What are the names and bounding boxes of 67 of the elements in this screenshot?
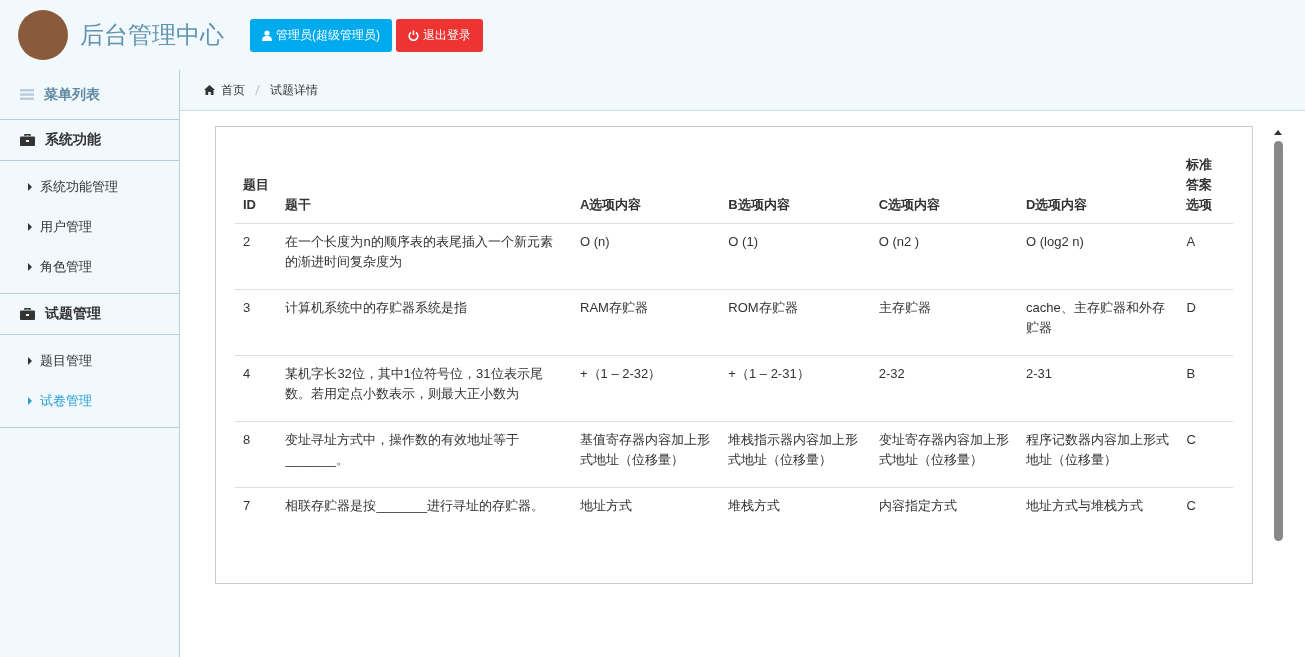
table-cell: 变址寻址方式中，操作数的有效地址等于_______。: [277, 421, 573, 488]
table-cell: 2-32: [870, 355, 1019, 422]
briefcase-icon: [20, 134, 35, 146]
table-cell: cache、主存贮器和外存贮器: [1018, 289, 1179, 356]
menu-group[interactable]: 系统功能: [45, 131, 101, 149]
table-cell: 主存贮器: [870, 289, 1019, 356]
table-cell: D: [1178, 289, 1233, 356]
caret-icon: [28, 357, 32, 365]
caret-icon: [28, 263, 32, 271]
table-cell: C: [1178, 421, 1233, 488]
column-header: 题目ID: [235, 147, 278, 224]
table-cell: 地址方式与堆栈方式: [1018, 487, 1179, 533]
scroll-up-icon: [1274, 130, 1282, 135]
table-cell: 4: [235, 355, 278, 422]
table-cell: B: [1178, 355, 1233, 422]
column-header: 题干: [277, 147, 573, 224]
table-cell: O (log2 n): [1018, 223, 1179, 290]
menu-item[interactable]: 角色管理: [28, 247, 179, 287]
user-icon: [262, 29, 272, 41]
table-cell: RAM存贮器: [572, 289, 721, 356]
power-icon: [408, 29, 419, 41]
table-cell: A: [1178, 223, 1233, 290]
home-icon: [204, 85, 215, 95]
table-cell: 堆栈指示器内容加上形式地址（位移量）: [720, 421, 871, 488]
menu-heading: 菜单列表: [44, 85, 100, 104]
table-cell: 3: [235, 289, 278, 356]
caret-icon: [28, 223, 32, 231]
table-cell: O (1): [720, 223, 871, 290]
app-title: 后台管理中心: [80, 20, 224, 50]
table-cell: +（1 – 2-32）: [572, 355, 721, 422]
avatar: [18, 10, 68, 60]
column-header: C选项内容: [870, 147, 1019, 224]
table-cell: 变址寄存器内容加上形式地址（位移量）: [870, 421, 1019, 488]
table-cell: 相联存贮器是按_______进行寻址的存贮器。: [277, 487, 573, 533]
column-header: D选项内容: [1018, 147, 1179, 224]
table-cell: 2: [235, 223, 278, 290]
breadcrumb-link[interactable]: 首页: [221, 81, 245, 99]
caret-icon: [28, 397, 32, 405]
table-cell: O (n): [572, 223, 721, 290]
table-cell: ROM存贮器: [720, 289, 871, 356]
menu-item[interactable]: 题目管理: [28, 341, 179, 381]
briefcase-icon: [20, 308, 35, 320]
table-cell: 8: [235, 421, 278, 488]
breadcrumb-current: 试题详情: [270, 81, 318, 99]
table-cell: 计算机系统中的存贮器系统是指: [277, 289, 573, 356]
menu-group[interactable]: 试题管理: [45, 305, 101, 323]
menu-icon: [20, 89, 34, 100]
table-cell: 在一个长度为n的顺序表的表尾插入一个新元素的渐进时间复杂度为: [277, 223, 573, 290]
caret-icon: [28, 183, 32, 191]
table-cell: C: [1178, 487, 1233, 533]
scrollbar-thumb[interactable]: [1273, 141, 1283, 541]
column-header: 标准答案选项: [1178, 147, 1233, 224]
table-cell: 2-31: [1018, 355, 1179, 422]
column-header: A选项内容: [572, 147, 721, 224]
table-cell: 基值寄存器内容加上形式地址（位移量）: [572, 421, 721, 488]
table-cell: 内容指定方式: [870, 487, 1019, 533]
table-cell: 7: [235, 487, 278, 533]
table-cell: 堆栈方式: [720, 487, 871, 533]
table-cell: +（1 – 2-31）: [720, 355, 871, 422]
table-cell: O (n2 ): [870, 223, 1019, 290]
table-cell: 地址方式: [572, 487, 721, 533]
table-cell: 程序记数器内容加上形式地址（位移量）: [1018, 421, 1179, 488]
column-header: B选项内容: [720, 147, 871, 224]
table-cell: 某机字长32位，其中1位符号位，31位表示尾数。若用定点小数表示，则最大正小数为: [277, 355, 573, 422]
menu-item[interactable]: 系统功能管理: [28, 167, 179, 207]
logout-button[interactable]: 退出登录: [396, 18, 483, 52]
menu-item[interactable]: 用户管理: [28, 207, 179, 247]
